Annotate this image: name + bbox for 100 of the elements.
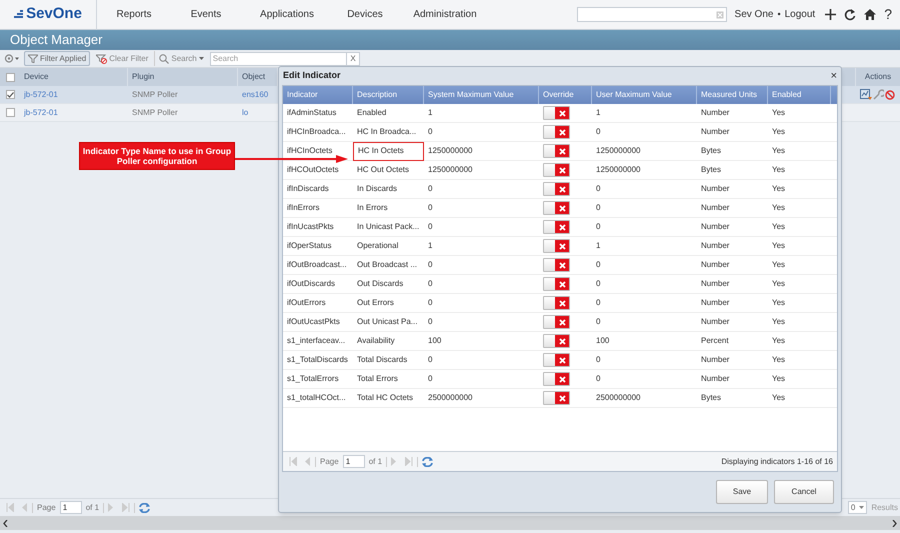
nav-menu-item[interactable]: Administration (397, 0, 493, 30)
table-cell-text: 1250000000 (595, 164, 642, 176)
table-cell-text: 2500000000 (595, 392, 642, 404)
column-header[interactable]: Description (353, 86, 424, 104)
override-toggle[interactable] (543, 372, 570, 386)
table-cell-text: Out Discards (356, 278, 404, 290)
override-toggle[interactable] (543, 163, 570, 177)
table-cell-text: 0 (595, 259, 602, 271)
refresh-icon[interactable] (844, 8, 856, 20)
override-toggle[interactable] (543, 315, 570, 329)
override-toggle[interactable] (543, 353, 570, 367)
search-menu-button[interactable]: Search (154, 51, 206, 66)
table-cell-text: Out Broadcast ... (356, 259, 418, 271)
table-cell-text: 1 (427, 240, 434, 252)
override-toggle[interactable] (543, 239, 570, 253)
page-label: Page (37, 502, 56, 514)
clear-filter-button[interactable]: Clear Filter (94, 51, 150, 66)
clear-icon (716, 10, 724, 18)
x-icon (558, 262, 566, 268)
table-cell-text: 1 (595, 240, 602, 252)
x-icon (558, 300, 566, 306)
table-cell-text: ifOutUcastPkts (286, 316, 341, 328)
x-icon (558, 394, 566, 402)
dialog-button[interactable]: Save (716, 480, 768, 504)
device-link[interactable]: jb-572-01 (24, 108, 58, 116)
results-label: Results (871, 502, 898, 514)
nav-menu-item[interactable]: Reports (97, 0, 171, 30)
clear-search-button[interactable]: X (346, 52, 359, 64)
display-count: Displaying indicators 1-16 of 16 (721, 456, 833, 468)
table-cell: HC In Octets (353, 142, 424, 160)
row-checkbox[interactable] (6, 108, 14, 117)
override-toggle[interactable] (543, 125, 570, 139)
filter-icon (28, 54, 38, 63)
logout-link[interactable]: Logout (784, 7, 816, 22)
table-cell-text: 1250000000 (427, 145, 474, 157)
table-cell-text: Number (700, 183, 730, 195)
table-cell-text: 0 (427, 297, 434, 309)
table-cell-text: 0 (595, 126, 602, 138)
add-icon[interactable] (825, 9, 836, 20)
table-cell-text: Number (700, 221, 730, 233)
row-checkbox[interactable] (6, 90, 14, 99)
column-header[interactable]: Measured Units (697, 86, 768, 104)
override-toggle[interactable] (543, 258, 570, 272)
horizontal-scrollbar[interactable] (0, 516, 900, 530)
checkmark-icon (6, 92, 14, 98)
table-cell-text: s1_TotalErrors (286, 373, 340, 385)
graph-icon[interactable] (860, 89, 872, 100)
override-toggle[interactable] (543, 391, 570, 405)
scroll-left-icon (3, 520, 8, 526)
page-size-dropdown[interactable]: 0 (848, 501, 868, 514)
table-cell-text: 0 (595, 316, 602, 328)
table-cell-text: Percent (700, 335, 730, 347)
table-cell-text: s1_TotalDiscards (286, 354, 349, 366)
override-toggle[interactable] (543, 106, 570, 120)
table-cell-text: Yes (771, 335, 786, 347)
close-button[interactable]: × (830, 70, 837, 82)
table-cell-text: 0 (595, 202, 602, 214)
override-toggle[interactable] (543, 277, 570, 291)
override-toggle[interactable] (543, 296, 570, 310)
table-cell-text: Enabled (356, 107, 388, 119)
nav-menu-item[interactable]: Events (171, 0, 241, 30)
table-cell-text: 0 (427, 278, 434, 290)
delete-icon[interactable] (885, 90, 895, 100)
x-icon (558, 338, 566, 344)
page-number-field[interactable]: 1 (342, 455, 365, 468)
override-toggle[interactable] (543, 334, 570, 348)
gear-icon[interactable] (4, 54, 20, 63)
help-button[interactable]: ? (884, 4, 892, 25)
column-header[interactable]: Enabled (768, 86, 831, 104)
override-toggle[interactable] (543, 144, 570, 158)
column-header[interactable]: Override (539, 86, 592, 104)
table-cell-text: 0 (427, 354, 434, 366)
nav-menu-item[interactable]: Applications (241, 0, 333, 30)
override-toggle[interactable] (543, 201, 570, 215)
column-header[interactable]: Indicator (283, 86, 353, 104)
table-cell-text: Number (700, 240, 730, 252)
table-cell-text: SNMP Poller (131, 88, 179, 100)
table-cell-text: ifInDiscards (286, 183, 330, 195)
page-size-value: 0 (850, 502, 856, 514)
search-field[interactable]: Search X (210, 52, 360, 66)
filter-applied-button[interactable]: Filter Applied (24, 51, 90, 66)
device-link[interactable]: jb-572-01 (24, 90, 58, 98)
table-cell-text: 0 (427, 259, 434, 271)
x-icon (558, 148, 566, 154)
column-header[interactable]: System Maximum Value (424, 86, 539, 104)
table-cell-text: 0 (595, 354, 602, 366)
column-header[interactable]: User Maximum Value (592, 86, 697, 104)
dialog-button[interactable]: Cancel (774, 480, 834, 504)
global-search-field[interactable] (576, 7, 727, 22)
nav-menu-item[interactable]: Devices (333, 0, 397, 30)
select-all-checkbox[interactable] (6, 72, 14, 82)
page-number-field[interactable]: 1 (60, 501, 82, 514)
override-toggle[interactable] (543, 220, 570, 234)
table-cell-text: 1 (427, 107, 434, 119)
table-cell-text: Number (700, 297, 730, 309)
home-icon[interactable] (864, 9, 876, 20)
object-link[interactable]: ens160 (242, 90, 268, 98)
x-icon (558, 280, 566, 288)
override-toggle[interactable] (543, 182, 570, 196)
object-link[interactable]: lo (242, 108, 248, 116)
